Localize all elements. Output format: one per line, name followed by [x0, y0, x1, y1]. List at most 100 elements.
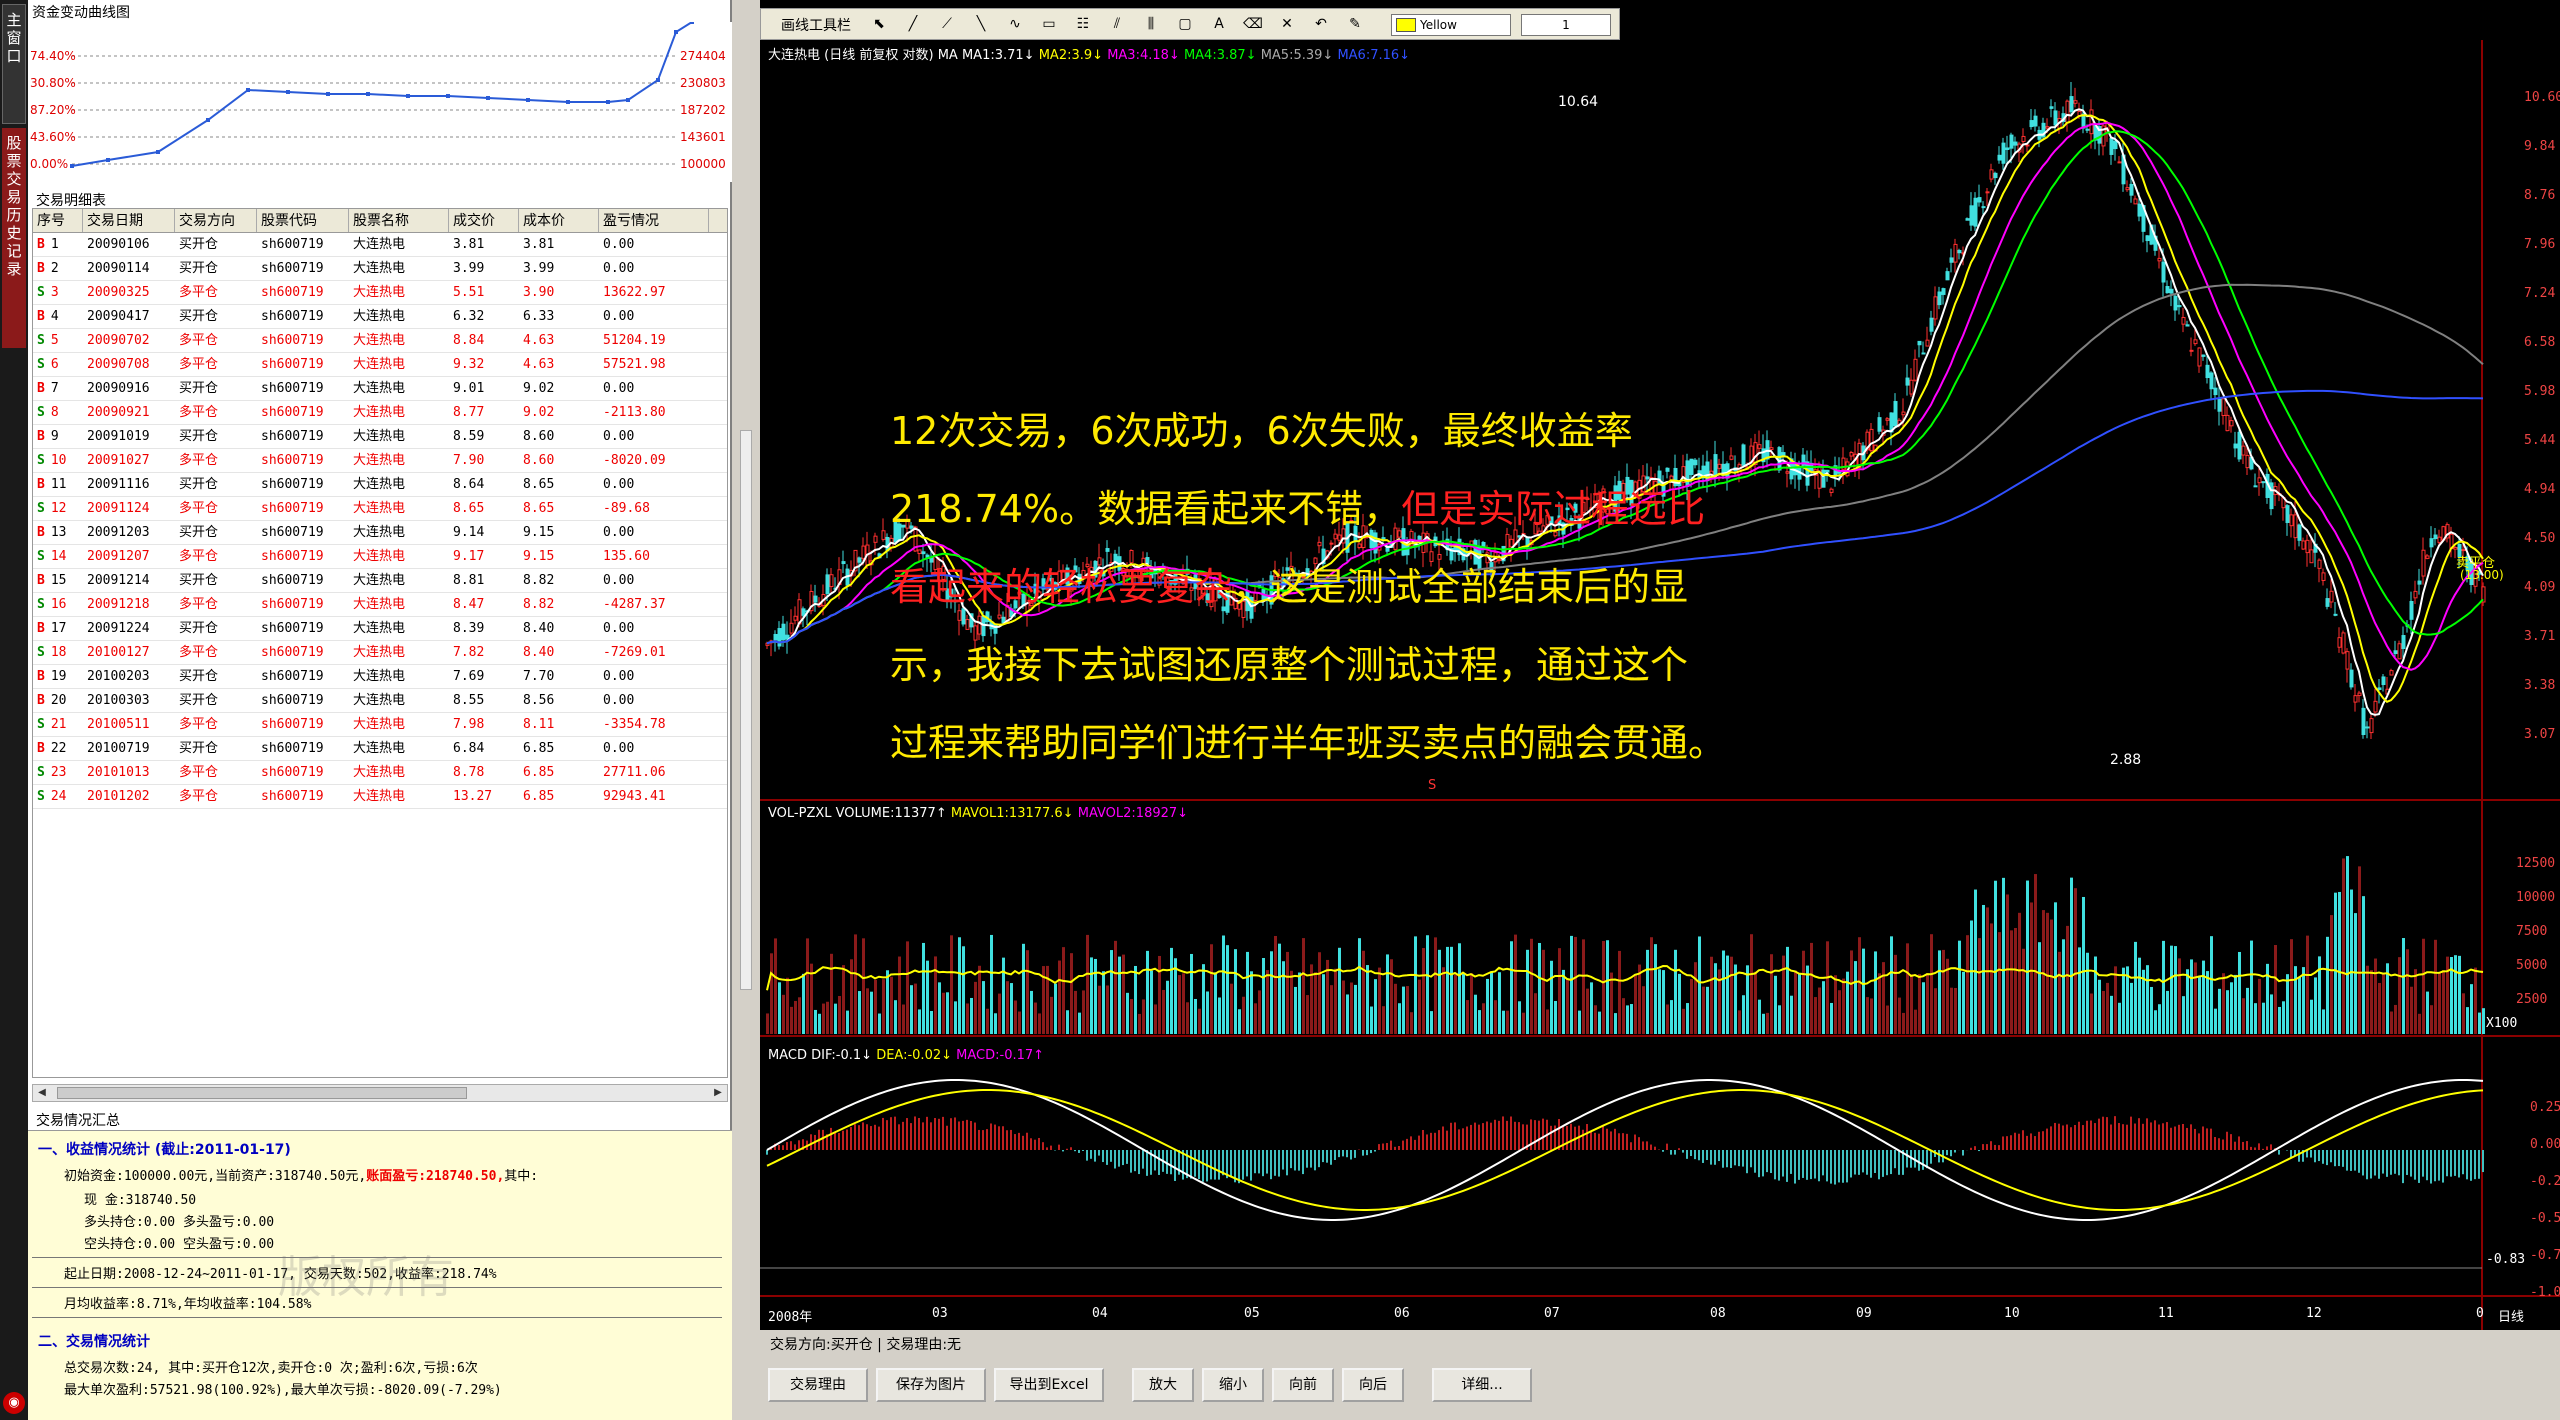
cell-price: 8.81 [453, 573, 485, 588]
macd-bar [1014, 1134, 1016, 1150]
table-row[interactable]: B 19 20100203 买开仓 sh600719 大连热电 7.69 7.70 0.00 [33, 665, 727, 689]
gann-icon[interactable]: ⫼ [1141, 14, 1161, 34]
macd-bar [1614, 1128, 1616, 1150]
text-icon[interactable]: A [1209, 14, 1229, 34]
table-row[interactable]: S 6 20090708 多平仓 sh600719 大连热电 9.32 4.63 57521.9… [33, 353, 727, 377]
candle-body [2025, 144, 2030, 147]
cell-date: 20091124 [87, 501, 150, 516]
delete-icon[interactable]: ✕ [1277, 14, 1297, 34]
action-button[interactable]: 放大 [1132, 1368, 1194, 1402]
table-row[interactable]: B 13 20091203 买开仓 sh600719 大连热电 9.14 9.15 0.00 [33, 521, 727, 545]
macd-bar [2038, 1131, 2040, 1150]
candle-body [2201, 354, 2206, 357]
column-header[interactable]: 盈亏情况 [599, 209, 709, 232]
action-button[interactable]: 向前 [1272, 1368, 1334, 1402]
cursor-icon[interactable]: ⬉ [869, 14, 889, 34]
segment-icon[interactable]: ╲ [971, 14, 991, 34]
line-icon[interactable]: ╱ [903, 14, 923, 34]
volume-bar [2442, 970, 2445, 1034]
action-button[interactable]: 保存为图片 [876, 1368, 986, 1402]
table-row[interactable]: B 1 20090106 买开仓 sh600719 大连热电 3.81 3.81 0.00 [33, 233, 727, 257]
scroll-left-icon[interactable]: ◀ [33, 1085, 51, 1101]
mavol2-value: MAVOL2:18927↓ [1077, 806, 1189, 821]
color-select[interactable]: Yellow [1391, 14, 1511, 36]
trade-table-hscroll[interactable]: ◀ ▶ [32, 1084, 728, 1102]
eraser-icon[interactable]: ⌫ [1243, 14, 1263, 34]
cell-dir: 多平仓 [179, 549, 219, 564]
table-row[interactable]: B 15 20091214 买开仓 sh600719 大连热电 8.81 8.82 0.00 [33, 569, 727, 593]
macd-bar [1990, 1141, 1992, 1150]
table-row[interactable]: S 8 20090921 多平仓 sh600719 大连热电 8.77 9.02 -2113.8… [33, 401, 727, 425]
channel-icon[interactable]: ⫽ [1107, 14, 1127, 34]
table-row[interactable]: B 9 20091019 买开仓 sh600719 大连热电 8.59 8.60 0.00 [33, 425, 727, 449]
table-row[interactable]: B 20 20100303 买开仓 sh600719 大连热电 8.55 8.56 0.00 [33, 689, 727, 713]
box-icon[interactable]: ▢ [1175, 14, 1195, 34]
table-row[interactable]: B 11 20091116 买开仓 sh600719 大连热电 8.64 8.65 0.00 [33, 473, 727, 497]
macd-bar [1702, 1150, 1704, 1163]
macd-bar [2006, 1136, 2008, 1150]
table-row[interactable]: S 5 20090702 多平仓 sh600719 大连热电 8.84 4.63 51204.1… [33, 329, 727, 353]
macd-bar [1918, 1150, 1920, 1171]
cell-code: sh600719 [261, 525, 324, 540]
chart-panel[interactable]: 画线工具栏 ⬉ ╱ ⟋ ╲ ∿ ▭ ☷ ⫽ ⫼ ▢ A ⌫ ✕ ↶ ✎ Yellow 1 大连热电 (日线 … [760, 0, 2560, 1330]
macd-bar [1070, 1147, 1072, 1150]
tab-main-window[interactable]: 主窗口 [2, 4, 26, 124]
polyline-icon[interactable]: ∿ [1005, 14, 1025, 34]
macd-bar [1118, 1150, 1120, 1167]
table-row[interactable]: S 12 20091124 多平仓 sh600719 大连热电 8.65 8.65 -89.68 [33, 497, 727, 521]
volume-axis-label: 5000 [2516, 958, 2548, 973]
table-row[interactable]: B 2 20090114 买开仓 sh600719 大连热电 3.99 3.99 0.00 [33, 257, 727, 281]
scroll-right-icon[interactable]: ▶ [709, 1085, 727, 1101]
left-vscroll[interactable] [740, 430, 752, 990]
candle-body [2053, 110, 2058, 126]
table-row[interactable]: S 24 20101202 多平仓 sh600719 大连热电 13.27 6.85 92943… [33, 785, 727, 809]
column-header[interactable]: 成交价 [449, 209, 519, 232]
action-button[interactable]: 向后 [1342, 1368, 1404, 1402]
action-button[interactable]: 详细... [1432, 1368, 1532, 1402]
tab-trade-history[interactable]: 股票交易历史记录 [2, 128, 26, 348]
row-number: 19 [50, 669, 67, 684]
panel-splitter[interactable] [732, 0, 760, 1420]
volume-bar [1446, 946, 1449, 1034]
cell-price: 7.82 [453, 645, 485, 660]
column-header[interactable]: 成本价 [519, 209, 599, 232]
table-row[interactable]: B 4 20090417 买开仓 sh600719 大连热电 6.32 6.33 0.00 [33, 305, 727, 329]
candle-body [2257, 477, 2262, 484]
alert-icon[interactable]: ◉ [3, 1392, 25, 1414]
table-row[interactable]: S 18 20100127 多平仓 sh600719 大连热电 7.82 8.40 -7269.… [33, 641, 727, 665]
column-header[interactable]: 股票名称 [349, 209, 449, 232]
table-row[interactable]: B 7 20090916 买开仓 sh600719 大连热电 9.01 9.02 0.00 [33, 377, 727, 401]
rect-icon[interactable]: ▭ [1039, 14, 1059, 34]
table-row[interactable]: S 23 20101013 多平仓 sh600719 大连热电 8.78 6.85 27711.… [33, 761, 727, 785]
volume-bar [2286, 974, 2289, 1034]
table-row[interactable]: B 17 20091224 买开仓 sh600719 大连热电 8.39 8.40 0.00 [33, 617, 727, 641]
fib-icon[interactable]: ☷ [1073, 14, 1093, 34]
column-header[interactable]: 股票代码 [257, 209, 349, 232]
undo-icon[interactable]: ↶ [1311, 14, 1331, 34]
table-row[interactable]: S 10 20091027 多平仓 sh600719 大连热电 7.90 8.60 -8020.… [33, 449, 727, 473]
ray-icon[interactable]: ⟋ [937, 14, 957, 34]
scroll-thumb[interactable] [57, 1087, 467, 1099]
action-button[interactable]: 导出到Excel [994, 1368, 1104, 1402]
equity-curve-point [446, 94, 450, 98]
column-header[interactable]: 交易方向 [175, 209, 257, 232]
column-header[interactable]: 序号 [33, 209, 83, 232]
column-header[interactable]: 交易日期 [83, 209, 175, 232]
action-button[interactable]: 交易理由 [768, 1368, 868, 1402]
cell-pnl: -4287.37 [603, 597, 666, 612]
table-row[interactable]: S 21 20100511 多平仓 sh600719 大连热电 7.98 8.11 -3354.… [33, 713, 727, 737]
table-row[interactable]: S 16 20091218 多平仓 sh600719 大连热电 8.47 8.82 -4287.… [33, 593, 727, 617]
volume-bar [1882, 962, 1885, 1034]
cell-pnl: 0.00 [603, 237, 635, 252]
table-row[interactable]: S 3 20090325 多平仓 sh600719 大连热电 5.51 3.90 13622.9… [33, 281, 727, 305]
action-button[interactable]: 缩小 [1202, 1368, 1264, 1402]
macd-bar [2166, 1122, 2168, 1150]
volume-bar [1238, 1009, 1241, 1034]
line-width-stepper[interactable]: 1 [1521, 14, 1611, 36]
volume-bar [1014, 1000, 1017, 1034]
volume-bar [782, 994, 785, 1034]
volume-bar [1914, 1009, 1917, 1034]
pen-icon[interactable]: ✎ [1345, 14, 1365, 34]
table-row[interactable]: S 14 20091207 多平仓 sh600719 大连热电 9.17 9.15 135.60 [33, 545, 727, 569]
table-row[interactable]: B 22 20100719 买开仓 sh600719 大连热电 6.84 6.85 0.00 [33, 737, 727, 761]
